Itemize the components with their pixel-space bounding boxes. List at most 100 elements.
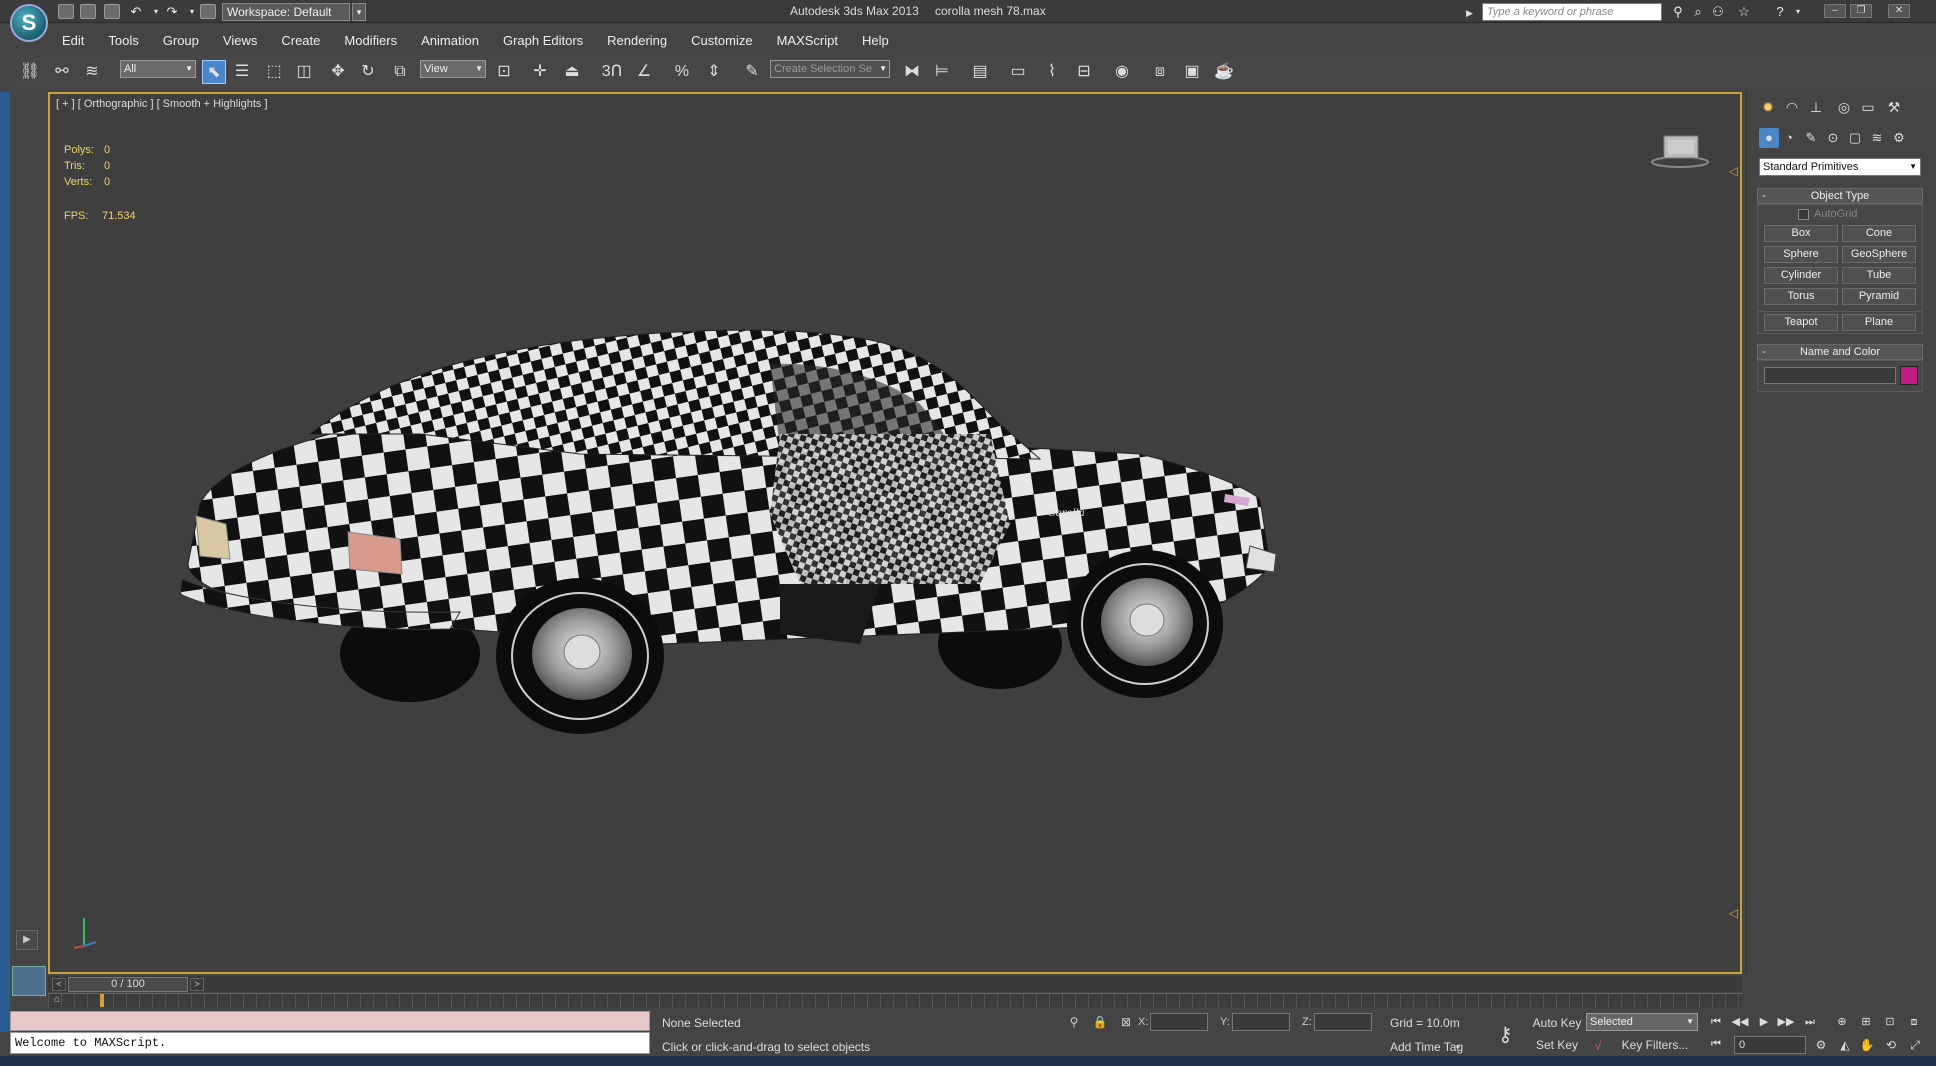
menu-rendering[interactable]: Rendering (595, 30, 679, 52)
unlink-selection-icon[interactable]: ⚯ (50, 60, 74, 84)
time-configuration-icon[interactable]: ⚙ (1812, 1036, 1830, 1054)
zoom-extents-all-icon[interactable]: ⧈ (1904, 1014, 1924, 1030)
auto-key-button[interactable]: Auto Key (1532, 1015, 1582, 1032)
field-of-view-icon[interactable]: ◭ (1836, 1036, 1854, 1054)
menu-modifiers[interactable]: Modifiers (332, 30, 409, 52)
binoculars-icon[interactable]: ⚲ (1670, 4, 1686, 19)
maxscript-output-line[interactable]: Welcome to MAXScript. (10, 1032, 650, 1054)
redo-dropdown-icon[interactable]: ▾ (184, 4, 200, 19)
key-mode-dropdown[interactable]: Selected ▼ (1586, 1013, 1698, 1031)
save-file-icon[interactable] (104, 4, 120, 19)
workspace-dropdown[interactable]: Workspace: Default (222, 3, 350, 21)
toggle-script-panel-icon[interactable]: ▶ (16, 930, 38, 950)
rectangular-selection-icon[interactable]: ⬚ (262, 60, 286, 84)
go-to-start-icon[interactable]: ⏮ (1706, 1014, 1726, 1030)
space-warps-subtab-icon[interactable]: ≋ (1867, 128, 1887, 148)
object-color-swatch[interactable] (1900, 366, 1918, 385)
set-key-mode-icon[interactable]: ⚷ (1498, 1022, 1513, 1047)
select-and-scale-icon[interactable]: ⧉ (388, 60, 412, 84)
utilities-tab-icon[interactable]: ⚒ (1883, 96, 1905, 118)
menu-tools[interactable]: Tools (96, 30, 150, 52)
align-icon[interactable]: ⊨ (930, 60, 954, 84)
play-icon[interactable]: ▶ (1754, 1014, 1774, 1030)
torus-button[interactable]: Torus (1764, 288, 1838, 305)
new-file-icon[interactable] (58, 4, 74, 19)
menu-group[interactable]: Group (151, 30, 211, 52)
box-button[interactable]: Box (1764, 225, 1838, 242)
track-bar[interactable] (48, 993, 1742, 1008)
pan-view-icon[interactable]: ✋ (1858, 1036, 1876, 1054)
helpers-subtab-icon[interactable]: ▢ (1845, 128, 1865, 148)
bind-to-space-warp-icon[interactable]: ≋ (80, 60, 104, 84)
select-and-move-icon[interactable]: ✥ (326, 60, 350, 84)
cylinder-button[interactable]: Cylinder (1764, 267, 1838, 284)
systems-subtab-icon[interactable]: ⚙ (1889, 128, 1909, 148)
rendered-frame-window-icon[interactable]: ▣ (1180, 60, 1204, 84)
select-and-link-icon[interactable]: ⛓ (18, 60, 42, 84)
curve-editor-icon[interactable]: ⌇ (1040, 60, 1064, 84)
geometry-subtab-icon[interactable]: ● (1759, 128, 1779, 148)
pyramid-button[interactable]: Pyramid (1842, 288, 1916, 305)
graphite-toolset-icon[interactable]: ▭ (1006, 60, 1030, 84)
menu-help[interactable]: Help (850, 30, 901, 52)
cameras-subtab-icon[interactable]: ⊙ (1823, 128, 1843, 148)
render-production-icon[interactable]: ☕ (1212, 60, 1236, 84)
viewport-label-menu[interactable]: [ + ] [ Orthographic ] [ Smooth + Highli… (56, 98, 268, 110)
maxscript-input-line[interactable] (10, 1011, 650, 1031)
cone-button[interactable]: Cone (1842, 225, 1916, 242)
project-folder-icon[interactable] (200, 4, 216, 19)
display-tab-icon[interactable]: ▭ (1857, 96, 1879, 118)
sphere-button[interactable]: Sphere (1764, 246, 1838, 263)
select-and-manipulate-icon[interactable]: ✛ (528, 60, 552, 84)
select-by-name-icon[interactable]: ☰ (230, 60, 254, 84)
mirror-icon[interactable]: ⧓ (900, 60, 924, 84)
menu-maxscript[interactable]: MAXScript (765, 30, 850, 52)
search-expand-icon[interactable]: ▶ (1466, 8, 1473, 19)
search-icon[interactable]: ⌕ (1690, 4, 1706, 19)
search-input[interactable]: Type a keyword or phrase (1482, 3, 1662, 21)
object-type-rollout-header[interactable]: - Object Type (1757, 188, 1923, 204)
shapes-subtab-icon[interactable]: ◔ (1779, 128, 1799, 148)
maximize-viewport-icon[interactable]: ⤢ (1906, 1036, 1924, 1054)
set-key-button[interactable]: Set Key (1532, 1037, 1582, 1054)
key-filters-button[interactable]: Key Filters... (1612, 1037, 1698, 1055)
selection-filter-dropdown[interactable]: All ▼ (120, 60, 196, 78)
pivot-center-icon[interactable]: ⊡ (492, 60, 516, 84)
select-and-rotate-icon[interactable]: ↻ (356, 60, 380, 84)
hierarchy-tab-icon[interactable]: ⊥ (1805, 96, 1827, 118)
curve-editor-mini-icon[interactable]: ⌂ (54, 994, 76, 1006)
absolute-transform-icon[interactable]: ⊠ (1118, 1014, 1134, 1030)
open-file-icon[interactable] (80, 4, 96, 19)
previous-frame-arrow-icon[interactable]: < (52, 978, 66, 991)
snaps-toggle-icon[interactable]: 3ᑎ (600, 60, 624, 84)
zoom-extents-icon[interactable]: ⊡ (1880, 1014, 1900, 1030)
named-selection-set-dropdown[interactable]: Create Selection Se ▼ (770, 60, 890, 78)
geosphere-button[interactable]: GeoSphere (1842, 246, 1916, 263)
create-tab-icon[interactable]: ✹ (1757, 96, 1779, 118)
undo-icon[interactable]: ↶ (128, 4, 144, 19)
menu-create[interactable]: Create (269, 30, 332, 52)
spinner-snap-icon[interactable]: ⇕ (702, 60, 726, 84)
teapot-button[interactable]: Teapot (1764, 314, 1838, 331)
window-crossing-icon[interactable]: ◫ (292, 60, 316, 84)
menu-animation[interactable]: Animation (409, 30, 491, 52)
reference-coordinate-dropdown[interactable]: View ▼ (420, 60, 486, 78)
redo-icon[interactable]: ↷ (164, 4, 180, 19)
modify-tab-icon[interactable]: ◠ (1781, 96, 1803, 118)
layer-manager-icon[interactable]: ▤ (968, 60, 992, 84)
add-time-tag-button[interactable]: Add Time Tag (1390, 1040, 1463, 1054)
previous-frame-icon[interactable]: ◀◀ (1730, 1014, 1750, 1030)
minimize-button[interactable]: – (1824, 4, 1846, 18)
selection-lock-icon[interactable]: 🔒 (1092, 1014, 1108, 1030)
material-editor-icon[interactable]: ◉ (1110, 60, 1134, 84)
help-dropdown-icon[interactable]: ▾ (1790, 4, 1806, 19)
corolla-car-mesh[interactable]: Corolla (160, 284, 1580, 904)
viewport-orthographic[interactable]: [ + ] [ Orthographic ] [ Smooth + Highli… (48, 92, 1742, 974)
y-coord-input[interactable] (1232, 1013, 1290, 1031)
render-setup-icon[interactable]: ⧈ (1148, 60, 1172, 84)
viewcube-icon[interactable] (1650, 132, 1710, 168)
edit-named-selection-icon[interactable]: ✎ (740, 60, 764, 84)
object-name-input[interactable] (1764, 367, 1896, 384)
close-button[interactable]: ✕ (1888, 4, 1910, 18)
autogrid-checkbox[interactable] (1798, 209, 1809, 220)
